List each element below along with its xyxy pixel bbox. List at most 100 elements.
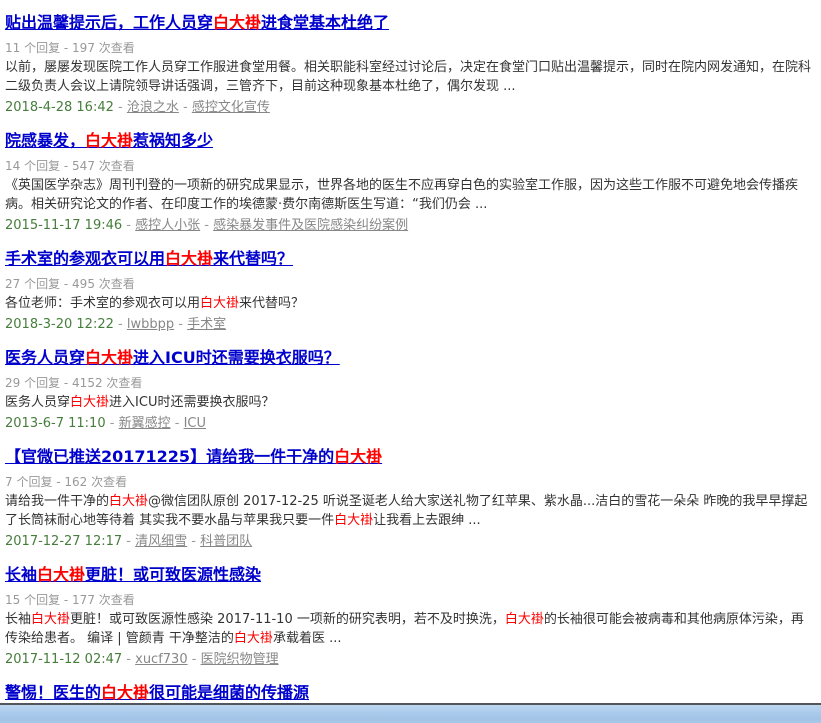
text-segment[interactable]: 来代替吗？ <box>213 249 293 268</box>
text-segment[interactable]: 手术室的参观衣可以用 <box>5 249 165 268</box>
separator: - <box>106 416 119 431</box>
text-segment[interactable]: 贴出温馨提示后，工作人员穿 <box>5 13 213 32</box>
highlight-keyword: 白大褂 <box>70 395 109 410</box>
result-footer: 2015-11-17 19:46 - 感控人小张 - 感染暴发事件及医院感染纠纷… <box>5 217 813 234</box>
result-footer: 2018-4-28 16:42 - 沧浪之水 - 感控文化宣传 <box>5 99 813 116</box>
highlight-keyword: 白大褂 <box>31 612 70 627</box>
result-meta: 7 个回复 - 162 次查看 <box>5 475 813 489</box>
separator: - <box>122 652 135 667</box>
result-title-link[interactable]: 贴出温馨提示后，工作人员穿白大褂进食堂基本杜绝了 <box>5 13 389 32</box>
text-segment[interactable]: 医务人员穿 <box>5 348 85 367</box>
result-title: 医务人员穿白大褂进入ICU时还需要换衣服吗？ <box>5 348 813 368</box>
result-author-link[interactable]: 感控人小张 <box>135 218 200 233</box>
result-date: 2015-11-17 19:46 <box>5 218 122 233</box>
result-forum-link[interactable]: 医院织物管理 <box>201 652 279 667</box>
highlight-keyword[interactable]: 白大褂 <box>213 13 261 32</box>
result-title: 院感暴发，白大褂惹祸知多少 <box>5 131 813 151</box>
result-date: 2017-12-27 12:17 <box>5 534 122 549</box>
result-footer: 2013-6-7 11:10 - 新翼感控 - ICU <box>5 415 813 432</box>
result-title: 贴出温馨提示后，工作人员穿白大褂进食堂基本杜绝了 <box>5 13 813 33</box>
text-segment[interactable]: 进食堂基本杜绝了 <box>261 13 389 32</box>
result-footer: 2017-11-12 02:47 - xucf730 - 医院织物管理 <box>5 651 813 668</box>
result-date: 2017-11-12 02:47 <box>5 652 122 667</box>
result-snippet: 请给我一件干净的白大褂@微信团队原创 2017-12-25 听说圣诞老人给大家送… <box>5 492 813 530</box>
result-title: 警惕！医生的白大褂很可能是细菌的传播源 <box>5 683 813 703</box>
separator: - <box>122 534 135 549</box>
text-segment[interactable]: 更脏！或可致医源性感染 <box>85 565 261 584</box>
text-segment: 《英国医学杂志》周刊刊登的一项新的研究成果显示，世界各地的医生不应再穿白色的实验… <box>5 178 798 212</box>
text-segment: 以前，屡屡发现医院工作人员穿工作服进食堂用餐。相关职能科室经过讨论后，决定在食堂… <box>5 60 811 94</box>
highlight-keyword[interactable]: 白大褂 <box>165 249 213 268</box>
result-meta: 14 个回复 - 547 次查看 <box>5 159 813 173</box>
result-title: 【官微已推送20171225】请给我一件干净的白大褂 <box>5 447 813 467</box>
result-snippet: 各位老师：手术室的参观衣可以用白大褂来代替吗？ <box>5 294 813 313</box>
text-segment: 医务人员穿 <box>5 395 70 410</box>
search-result: 警惕！医生的白大褂很可能是细菌的传播源 <box>5 683 813 703</box>
result-author-link[interactable]: 清风细雪 <box>135 534 187 549</box>
text-segment[interactable]: 院感暴发， <box>5 131 85 150</box>
separator: - <box>179 100 192 115</box>
highlight-keyword: 白大褂 <box>200 296 239 311</box>
result-title-link[interactable]: 【官微已推送20171225】请给我一件干净的白大褂 <box>5 447 382 466</box>
text-segment: 进入ICU时还需要换衣服吗？ <box>109 395 274 410</box>
text-segment[interactable]: 惹祸知多少 <box>133 131 213 150</box>
text-segment[interactable]: 进入ICU时还需要换衣服吗？ <box>133 348 340 367</box>
result-title-link[interactable]: 医务人员穿白大褂进入ICU时还需要换衣服吗？ <box>5 348 340 367</box>
result-title-link[interactable]: 手术室的参观衣可以用白大褂来代替吗？ <box>5 249 293 268</box>
result-forum-link[interactable]: 手术室 <box>187 317 226 332</box>
result-title-link[interactable]: 院感暴发，白大褂惹祸知多少 <box>5 131 213 150</box>
search-result: 手术室的参观衣可以用白大褂来代替吗？ 27 个回复 - 495 次查看 各位老师… <box>5 249 813 333</box>
text-segment[interactable]: 长袖 <box>5 565 37 584</box>
result-date: 2013-6-7 11:10 <box>5 416 106 431</box>
text-segment: 更脏！或可致医源性感染 2017-11-10 一项新的研究表明，若不及时换洗， <box>70 612 505 627</box>
highlight-keyword[interactable]: 白大褂 <box>334 447 382 466</box>
search-result: 医务人员穿白大褂进入ICU时还需要换衣服吗？ 29 个回复 - 4152 次查看… <box>5 348 813 432</box>
result-snippet: 以前，屡屡发现医院工作人员穿工作服进食堂用餐。相关职能科室经过讨论后，决定在食堂… <box>5 58 813 96</box>
highlight-keyword[interactable]: 白大褂 <box>85 348 133 367</box>
highlight-keyword: 白大褂 <box>234 631 273 646</box>
result-forum-link[interactable]: ICU <box>184 416 206 431</box>
highlight-keyword: 白大褂 <box>334 513 373 528</box>
result-footer: 2018-3-20 12:22 - lwbbpp - 手术室 <box>5 316 813 333</box>
text-segment: 各位老师：手术室的参观衣可以用 <box>5 296 200 311</box>
result-meta: 11 个回复 - 197 次查看 <box>5 41 813 55</box>
text-segment[interactable]: 警惕！医生的 <box>5 683 101 702</box>
result-title: 长袖白大褂更脏！或可致医源性感染 <box>5 565 813 585</box>
separator: - <box>114 317 127 332</box>
text-segment: 承载着医 ... <box>273 631 342 646</box>
highlight-keyword[interactable]: 白大褂 <box>85 131 133 150</box>
window-bottom-border <box>0 703 821 723</box>
result-forum-link[interactable]: 感染暴发事件及医院感染纠纷案例 <box>213 218 408 233</box>
result-snippet: 医务人员穿白大褂进入ICU时还需要换衣服吗？ <box>5 393 813 412</box>
highlight-keyword: 白大褂 <box>109 494 148 509</box>
separator: - <box>171 416 184 431</box>
separator: - <box>188 652 201 667</box>
text-segment[interactable]: 很可能是细菌的传播源 <box>149 683 309 702</box>
result-author-link[interactable]: 沧浪之水 <box>127 100 179 115</box>
result-title-link[interactable]: 长袖白大褂更脏！或可致医源性感染 <box>5 565 261 584</box>
result-author-link[interactable]: 新翼感控 <box>119 416 171 431</box>
result-title-link[interactable]: 警惕！医生的白大褂很可能是细菌的传播源 <box>5 683 309 702</box>
separator: - <box>200 218 213 233</box>
search-result: 长袖白大褂更脏！或可致医源性感染 15 个回复 - 177 次查看 长袖白大褂更… <box>5 565 813 668</box>
search-result: 【官微已推送20171225】请给我一件干净的白大褂 7 个回复 - 162 次… <box>5 447 813 550</box>
result-date: 2018-3-20 12:22 <box>5 317 114 332</box>
result-author-link[interactable]: xucf730 <box>135 652 187 667</box>
result-title: 手术室的参观衣可以用白大褂来代替吗？ <box>5 249 813 269</box>
result-snippet: 《英国医学杂志》周刊刊登的一项新的研究成果显示，世界各地的医生不应再穿白色的实验… <box>5 176 813 214</box>
separator: - <box>122 218 135 233</box>
result-footer: 2017-12-27 12:17 - 清风细雪 - 科普团队 <box>5 533 813 550</box>
result-forum-link[interactable]: 感控文化宣传 <box>192 100 270 115</box>
search-result: 院感暴发，白大褂惹祸知多少 14 个回复 - 547 次查看 《英国医学杂志》周… <box>5 131 813 234</box>
text-segment[interactable]: 【官微已推送20171225】请给我一件干净的 <box>5 447 334 466</box>
result-snippet: 长袖白大褂更脏！或可致医源性感染 2017-11-10 一项新的研究表明，若不及… <box>5 610 813 648</box>
highlight-keyword[interactable]: 白大褂 <box>101 683 149 702</box>
separator: - <box>174 317 187 332</box>
result-meta: 27 个回复 - 495 次查看 <box>5 277 813 291</box>
separator: - <box>114 100 127 115</box>
result-forum-link[interactable]: 科普团队 <box>200 534 252 549</box>
text-segment: 请给我一件干净的 <box>5 494 109 509</box>
highlight-keyword[interactable]: 白大褂 <box>37 565 85 584</box>
separator: - <box>187 534 200 549</box>
result-author-link[interactable]: lwbbpp <box>127 317 174 332</box>
